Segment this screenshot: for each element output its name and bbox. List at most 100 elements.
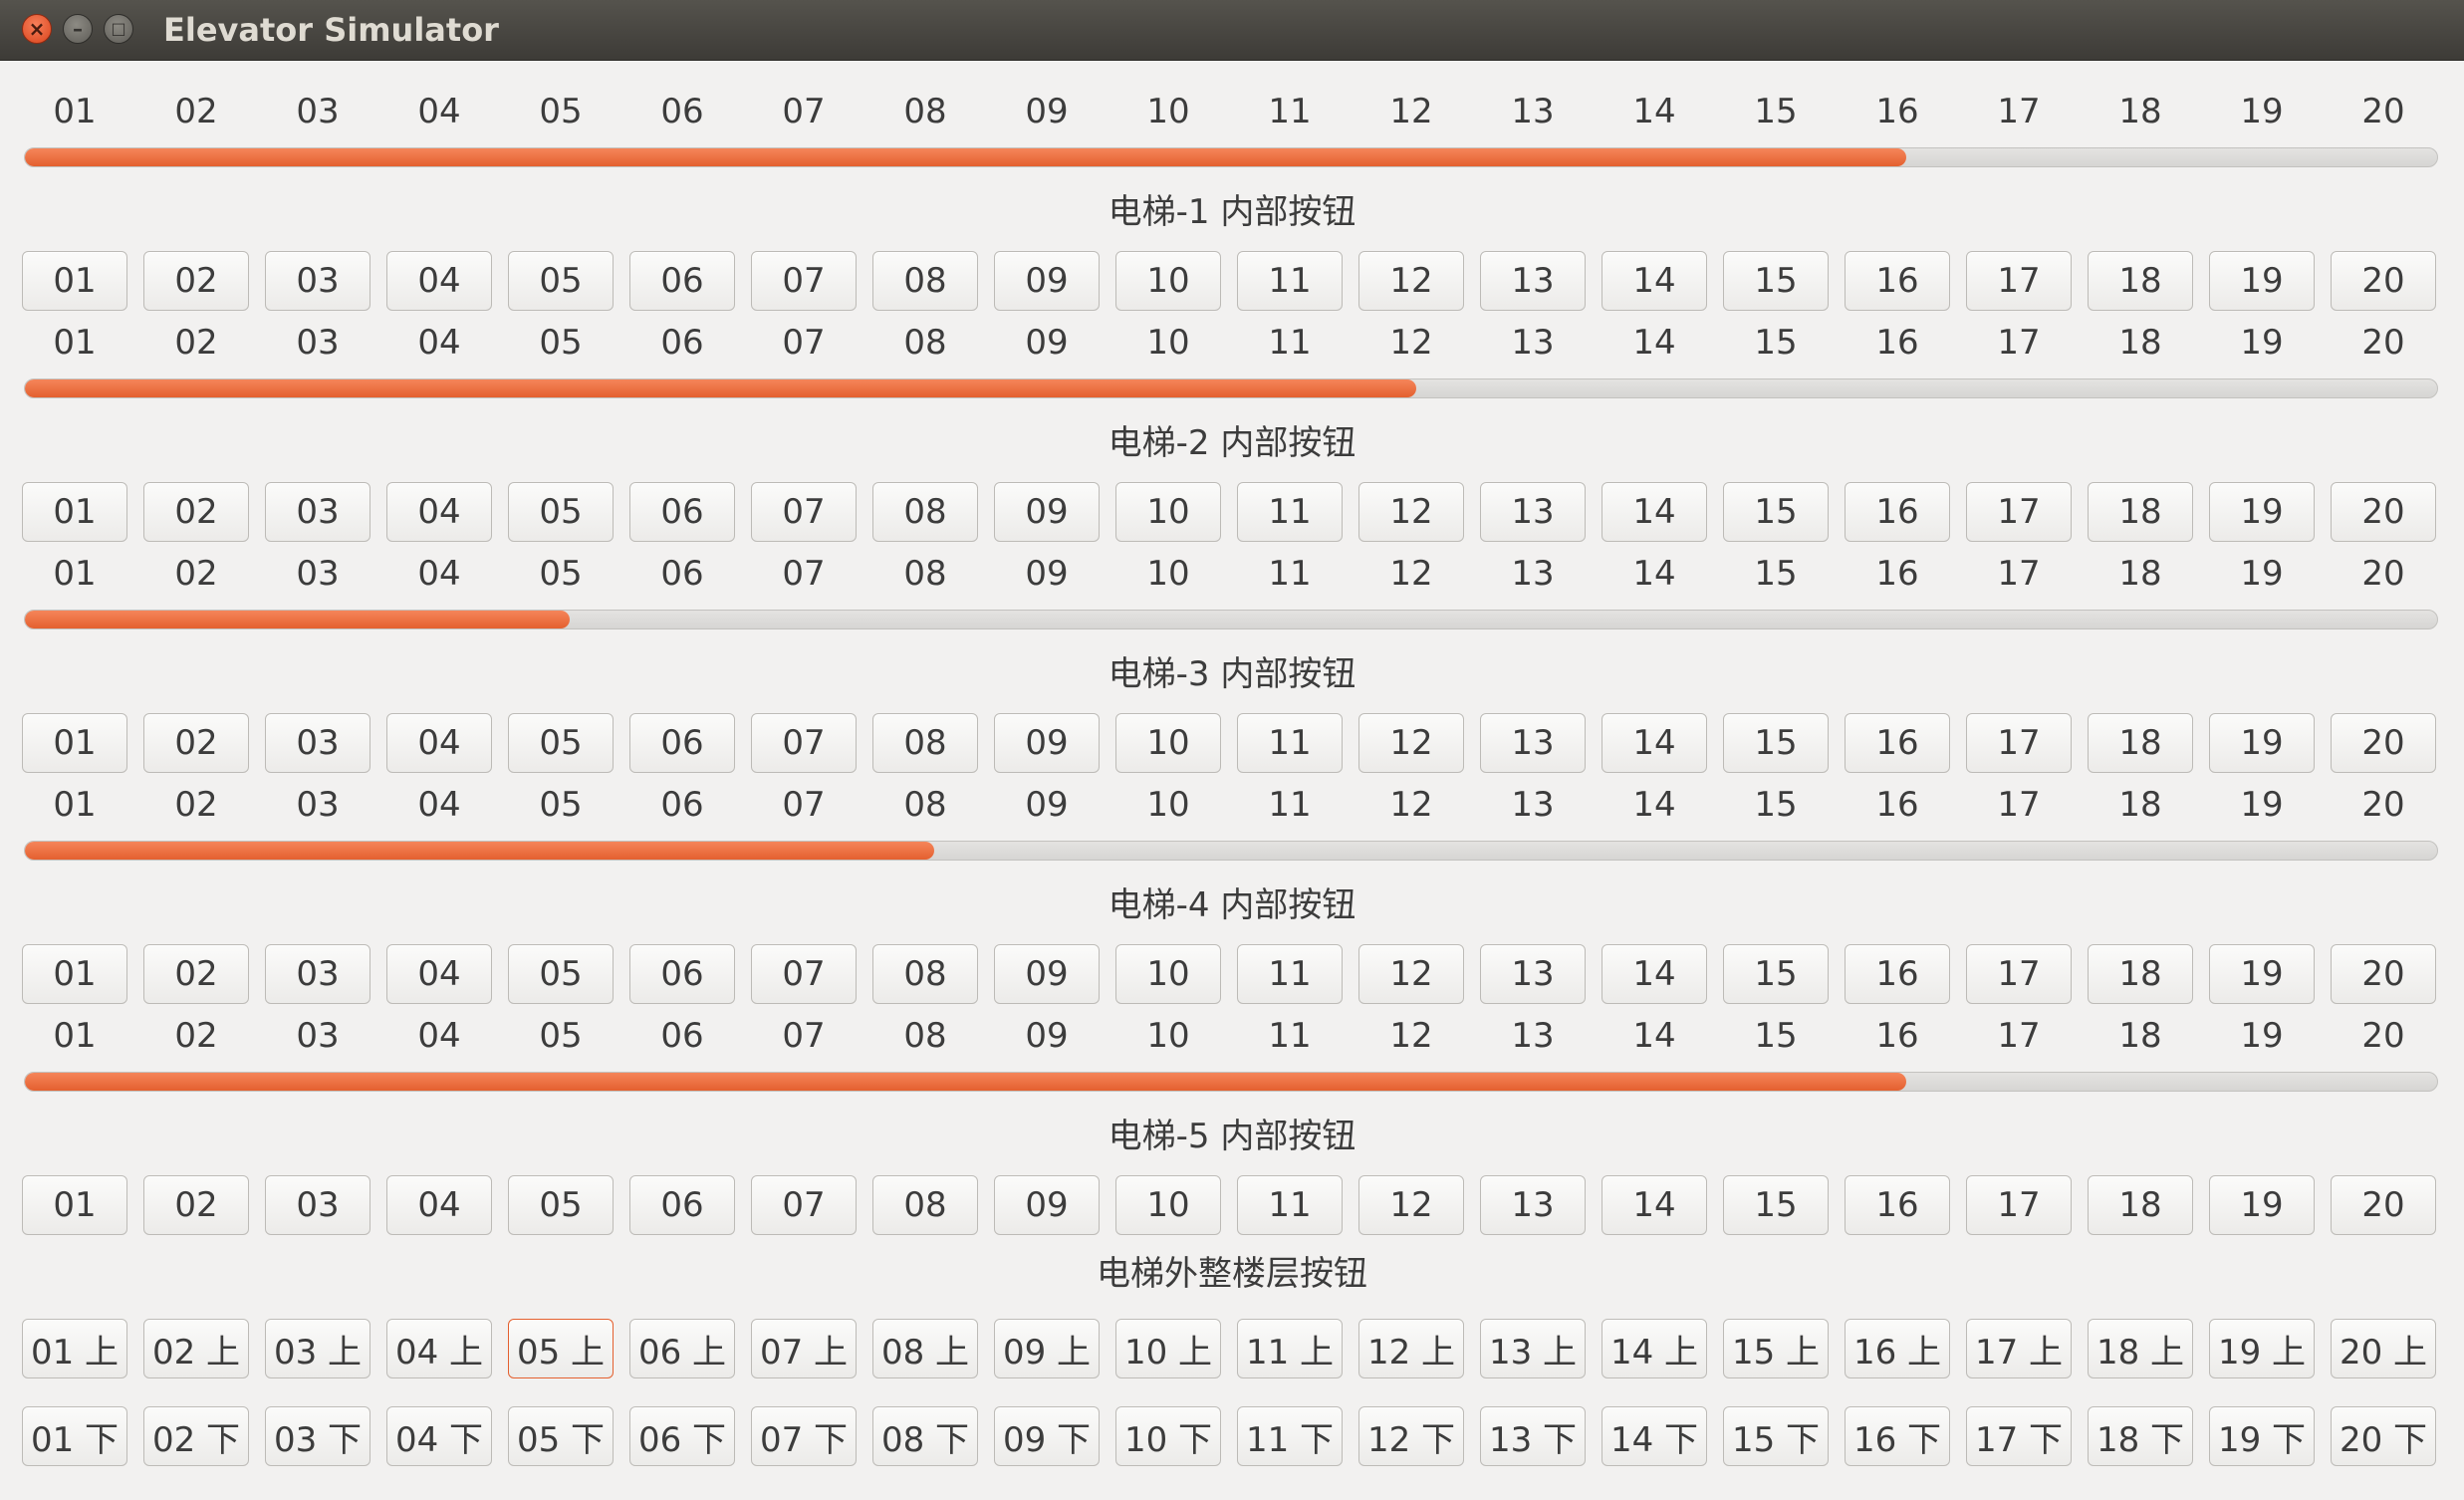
elevator-3-floor-11-button[interactable]: 11 (1237, 713, 1343, 773)
elevator-1-floor-04-button[interactable]: 04 (386, 251, 492, 311)
elevator-2-floor-15-button[interactable]: 15 (1723, 482, 1829, 542)
elevator-5-floor-06-button[interactable]: 06 (629, 1175, 735, 1235)
elevator-1-floor-03-button[interactable]: 03 (265, 251, 370, 311)
elevator-4-floor-05-button[interactable]: 05 (508, 944, 614, 1004)
elevator-5-floor-14-button[interactable]: 14 (1602, 1175, 1707, 1235)
up-call-button-16[interactable]: 16 上 (1845, 1319, 1950, 1378)
elevator-2-floor-20-button[interactable]: 20 (2331, 482, 2436, 542)
down-call-button-04[interactable]: 04 下 (386, 1406, 492, 1466)
down-call-button-20[interactable]: 20 下 (2331, 1406, 2436, 1466)
elevator-5-floor-01-button[interactable]: 01 (22, 1175, 127, 1235)
elevator-4-floor-13-button[interactable]: 13 (1480, 944, 1586, 1004)
elevator-5-floor-08-button[interactable]: 08 (872, 1175, 978, 1235)
elevator-2-floor-16-button[interactable]: 16 (1845, 482, 1950, 542)
up-call-button-18[interactable]: 18 上 (2088, 1319, 2193, 1378)
elevator-2-floor-12-button[interactable]: 12 (1358, 482, 1464, 542)
elevator-1-floor-20-button[interactable]: 20 (2331, 251, 2436, 311)
elevator-5-floor-16-button[interactable]: 16 (1845, 1175, 1950, 1235)
elevator-3-floor-01-button[interactable]: 01 (22, 713, 127, 773)
up-call-button-09[interactable]: 09 上 (994, 1319, 1100, 1378)
elevator-1-floor-07-button[interactable]: 07 (751, 251, 857, 311)
up-call-button-15[interactable]: 15 上 (1723, 1319, 1829, 1378)
elevator-1-floor-02-button[interactable]: 02 (143, 251, 249, 311)
down-call-button-09[interactable]: 09 下 (994, 1406, 1100, 1466)
minimize-icon[interactable]: – (63, 14, 93, 44)
elevator-5-floor-15-button[interactable]: 15 (1723, 1175, 1829, 1235)
elevator-2-floor-11-button[interactable]: 11 (1237, 482, 1343, 542)
down-call-button-10[interactable]: 10 下 (1115, 1406, 1221, 1466)
elevator-2-floor-03-button[interactable]: 03 (265, 482, 370, 542)
elevator-2-floor-14-button[interactable]: 14 (1602, 482, 1707, 542)
elevator-3-floor-12-button[interactable]: 12 (1358, 713, 1464, 773)
elevator-3-floor-15-button[interactable]: 15 (1723, 713, 1829, 773)
up-call-button-05[interactable]: 05 上 (508, 1319, 614, 1378)
elevator-3-floor-17-button[interactable]: 17 (1966, 713, 2072, 773)
elevator-2-floor-10-button[interactable]: 10 (1115, 482, 1221, 542)
elevator-5-floor-20-button[interactable]: 20 (2331, 1175, 2436, 1235)
elevator-4-floor-07-button[interactable]: 07 (751, 944, 857, 1004)
elevator-4-floor-17-button[interactable]: 17 (1966, 944, 2072, 1004)
elevator-5-floor-13-button[interactable]: 13 (1480, 1175, 1586, 1235)
down-call-button-15[interactable]: 15 下 (1723, 1406, 1829, 1466)
elevator-4-floor-04-button[interactable]: 04 (386, 944, 492, 1004)
down-call-button-13[interactable]: 13 下 (1480, 1406, 1586, 1466)
down-call-button-14[interactable]: 14 下 (1602, 1406, 1707, 1466)
elevator-4-floor-09-button[interactable]: 09 (994, 944, 1100, 1004)
elevator-3-floor-14-button[interactable]: 14 (1602, 713, 1707, 773)
up-call-button-17[interactable]: 17 上 (1966, 1319, 2072, 1378)
elevator-2-floor-06-button[interactable]: 06 (629, 482, 735, 542)
elevator-1-floor-15-button[interactable]: 15 (1723, 251, 1829, 311)
up-call-button-13[interactable]: 13 上 (1480, 1319, 1586, 1378)
elevator-4-floor-03-button[interactable]: 03 (265, 944, 370, 1004)
down-call-button-06[interactable]: 06 下 (629, 1406, 735, 1466)
elevator-5-floor-11-button[interactable]: 11 (1237, 1175, 1343, 1235)
elevator-4-floor-10-button[interactable]: 10 (1115, 944, 1221, 1004)
elevator-4-floor-08-button[interactable]: 08 (872, 944, 978, 1004)
elevator-4-floor-15-button[interactable]: 15 (1723, 944, 1829, 1004)
elevator-3-floor-08-button[interactable]: 08 (872, 713, 978, 773)
elevator-3-floor-20-button[interactable]: 20 (2331, 713, 2436, 773)
elevator-4-floor-20-button[interactable]: 20 (2331, 944, 2436, 1004)
elevator-2-floor-05-button[interactable]: 05 (508, 482, 614, 542)
title-bar[interactable]: × – □ Elevator Simulator (0, 0, 2464, 61)
elevator-1-floor-08-button[interactable]: 08 (872, 251, 978, 311)
up-call-button-03[interactable]: 03 上 (265, 1319, 370, 1378)
elevator-3-floor-07-button[interactable]: 07 (751, 713, 857, 773)
up-call-button-07[interactable]: 07 上 (751, 1319, 857, 1378)
elevator-3-floor-06-button[interactable]: 06 (629, 713, 735, 773)
elevator-4-floor-02-button[interactable]: 02 (143, 944, 249, 1004)
elevator-4-floor-19-button[interactable]: 19 (2209, 944, 2315, 1004)
down-call-button-12[interactable]: 12 下 (1358, 1406, 1464, 1466)
elevator-4-floor-14-button[interactable]: 14 (1602, 944, 1707, 1004)
elevator-3-floor-10-button[interactable]: 10 (1115, 713, 1221, 773)
elevator-4-floor-06-button[interactable]: 06 (629, 944, 735, 1004)
elevator-2-floor-01-button[interactable]: 01 (22, 482, 127, 542)
elevator-5-floor-19-button[interactable]: 19 (2209, 1175, 2315, 1235)
elevator-1-floor-16-button[interactable]: 16 (1845, 251, 1950, 311)
elevator-5-floor-17-button[interactable]: 17 (1966, 1175, 2072, 1235)
elevator-1-floor-17-button[interactable]: 17 (1966, 251, 2072, 311)
elevator-4-floor-18-button[interactable]: 18 (2088, 944, 2193, 1004)
down-call-button-02[interactable]: 02 下 (143, 1406, 249, 1466)
elevator-5-floor-04-button[interactable]: 04 (386, 1175, 492, 1235)
elevator-5-floor-12-button[interactable]: 12 (1358, 1175, 1464, 1235)
down-call-button-08[interactable]: 08 下 (872, 1406, 978, 1466)
up-call-button-11[interactable]: 11 上 (1237, 1319, 1343, 1378)
elevator-1-floor-18-button[interactable]: 18 (2088, 251, 2193, 311)
elevator-5-floor-03-button[interactable]: 03 (265, 1175, 370, 1235)
elevator-2-floor-17-button[interactable]: 17 (1966, 482, 2072, 542)
elevator-2-floor-08-button[interactable]: 08 (872, 482, 978, 542)
down-call-button-11[interactable]: 11 下 (1237, 1406, 1343, 1466)
elevator-3-floor-03-button[interactable]: 03 (265, 713, 370, 773)
elevator-2-floor-04-button[interactable]: 04 (386, 482, 492, 542)
elevator-1-floor-09-button[interactable]: 09 (994, 251, 1100, 311)
elevator-4-floor-01-button[interactable]: 01 (22, 944, 127, 1004)
elevator-1-floor-10-button[interactable]: 10 (1115, 251, 1221, 311)
close-icon[interactable]: × (22, 14, 52, 44)
elevator-3-floor-19-button[interactable]: 19 (2209, 713, 2315, 773)
elevator-4-floor-11-button[interactable]: 11 (1237, 944, 1343, 1004)
elevator-3-floor-09-button[interactable]: 09 (994, 713, 1100, 773)
elevator-1-floor-13-button[interactable]: 13 (1480, 251, 1586, 311)
elevator-2-floor-09-button[interactable]: 09 (994, 482, 1100, 542)
down-call-button-16[interactable]: 16 下 (1845, 1406, 1950, 1466)
